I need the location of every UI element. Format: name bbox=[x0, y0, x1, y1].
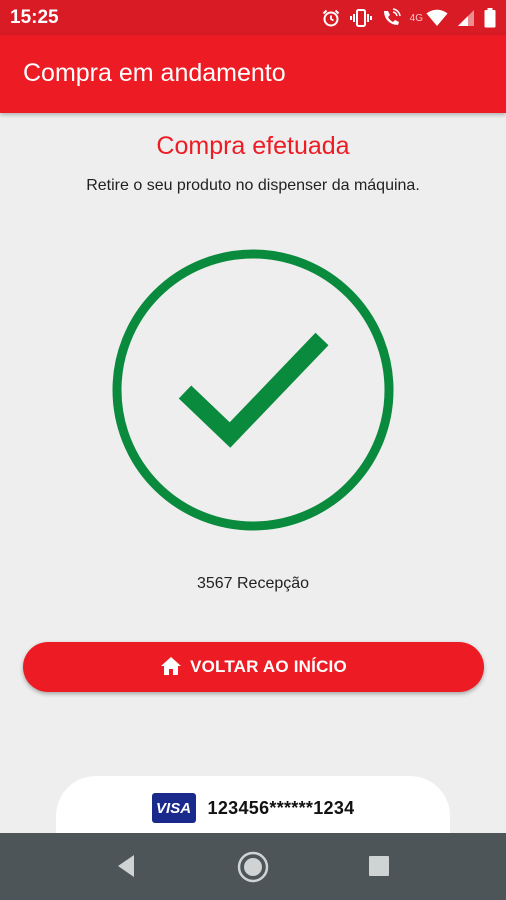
card-number: 123456******1234 bbox=[207, 797, 355, 818]
pickup-instructions: Retire o seu produto no dispenser da máq… bbox=[86, 177, 420, 194]
recents-icon[interactable] bbox=[368, 855, 390, 882]
status-icons: 4G bbox=[321, 6, 496, 30]
battery-icon bbox=[484, 8, 496, 28]
app-bar: Compra em andamento bbox=[0, 35, 506, 113]
home-icon bbox=[160, 656, 182, 679]
payment-card-row: VISA 123456******1234 bbox=[56, 793, 450, 823]
signal-icon bbox=[457, 9, 475, 27]
navigation-bar bbox=[0, 833, 506, 900]
status-time: 15:25 bbox=[10, 7, 59, 28]
vibrate-icon bbox=[349, 8, 372, 28]
back-to-start-label: VOLTAR AO INÍCIO bbox=[190, 657, 347, 676]
alarm-icon bbox=[321, 8, 341, 28]
check-circle-icon bbox=[112, 249, 394, 531]
status-bar: 15:25 4G bbox=[0, 0, 506, 35]
purchase-status-heading: Compra efetuada bbox=[156, 132, 350, 160]
home-circle-icon[interactable] bbox=[237, 851, 269, 888]
machine-label: 3567 Recepção bbox=[196, 575, 310, 592]
visa-logo: VISA bbox=[151, 793, 196, 823]
network-label: 4G bbox=[409, 12, 423, 24]
wifi-call-icon bbox=[381, 8, 401, 28]
back-to-start-button[interactable]: VOLTAR AO INÍCIO bbox=[23, 642, 484, 692]
app-title: Compra em andamento bbox=[23, 59, 286, 87]
wifi-icon bbox=[426, 9, 448, 27]
back-icon[interactable] bbox=[114, 851, 138, 886]
